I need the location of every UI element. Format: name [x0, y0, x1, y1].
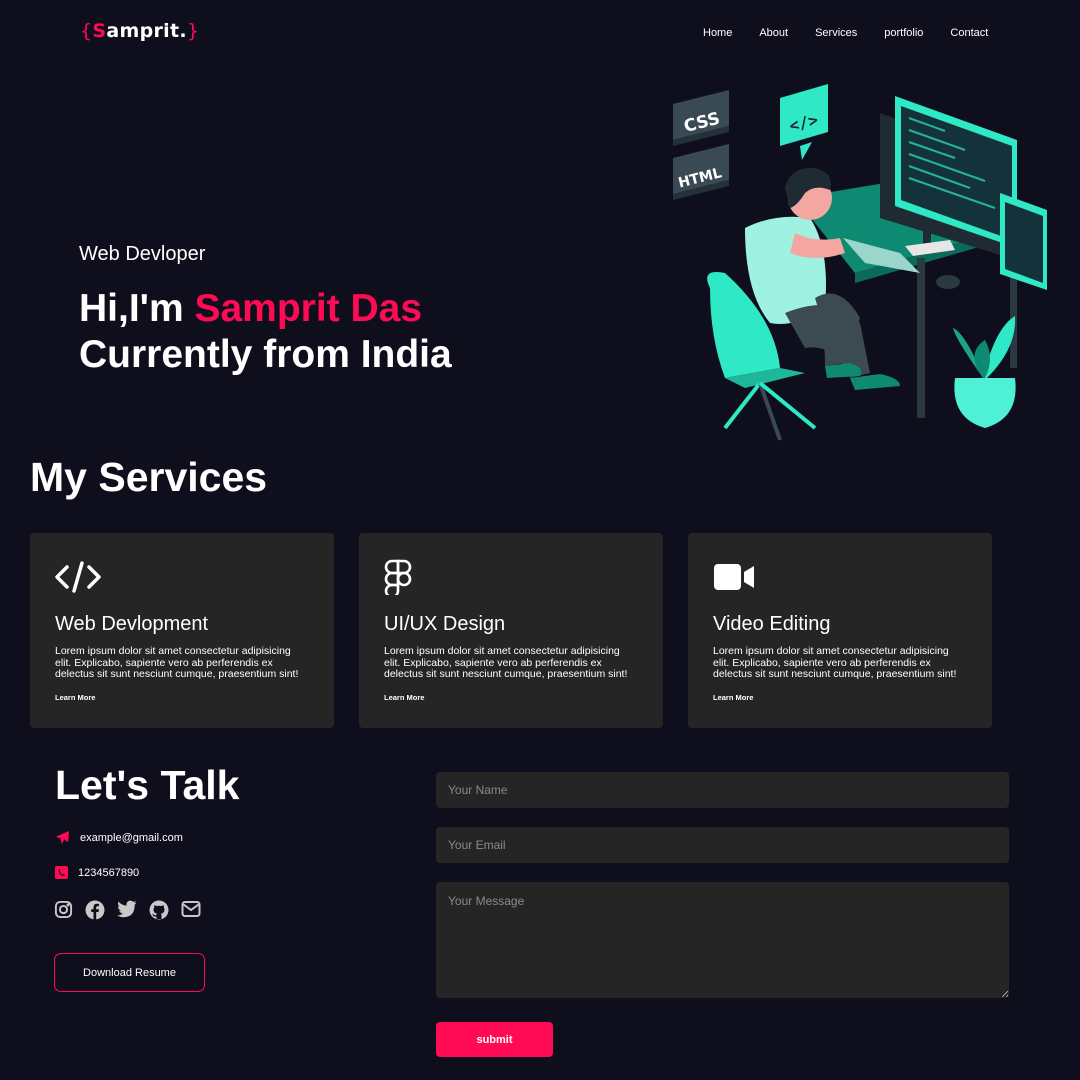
- download-resume-button[interactable]: Download Resume: [54, 953, 205, 992]
- services-title: My Services: [30, 454, 268, 500]
- nav-home[interactable]: Home: [703, 27, 732, 39]
- name-field[interactable]: [436, 772, 1009, 808]
- social-links: [54, 900, 213, 920]
- facebook-icon[interactable]: [85, 900, 105, 920]
- code-bubble: </>: [780, 84, 828, 160]
- phone-icon: [55, 866, 68, 879]
- learn-more-link[interactable]: Learn More: [713, 693, 967, 702]
- logo-text: amprit: [106, 20, 180, 42]
- logo-initial: S: [92, 20, 107, 42]
- service-title: Web Devlopment: [55, 613, 209, 635]
- contact-title: Let's Talk: [55, 762, 240, 808]
- contact-phone-row: 1234567890: [55, 866, 139, 879]
- nav-about[interactable]: About: [759, 27, 788, 39]
- html-badge: HTML: [673, 144, 729, 200]
- service-card-web: Web Devlopment Lorem ipsum dolor sit ame…: [30, 533, 334, 728]
- css-badge: CSS: [673, 90, 729, 146]
- logo-brace-close: }: [186, 20, 200, 42]
- submit-button[interactable]: submit: [436, 1022, 553, 1057]
- service-card-uiux: UI/UX Design Lorem ipsum dolor sit amet …: [359, 533, 663, 728]
- github-icon[interactable]: [149, 900, 169, 920]
- hero-name: Samprit Das: [194, 287, 423, 330]
- service-description: Lorem ipsum dolor sit amet consectetur a…: [713, 645, 957, 680]
- hero-subtitle: Web Devloper: [79, 243, 206, 265]
- contact-phone[interactable]: 1234567890: [78, 867, 139, 879]
- contact-email-row: example@gmail.com: [55, 830, 183, 845]
- hero-title: Hi,I'm Samprit Das Currently from India: [79, 286, 452, 378]
- service-description: Lorem ipsum dolor sit amet consectetur a…: [384, 645, 628, 680]
- email-field[interactable]: [436, 827, 1009, 863]
- learn-more-link[interactable]: Learn More: [384, 693, 638, 702]
- nav-portfolio[interactable]: portfolio: [884, 27, 923, 39]
- learn-more-link[interactable]: Learn More: [55, 693, 309, 702]
- nav-services[interactable]: Services: [815, 27, 857, 39]
- service-description: Lorem ipsum dolor sit amet consectetur a…: [55, 645, 299, 680]
- twitter-icon[interactable]: [117, 900, 137, 920]
- main-nav: Home About Services portfolio Contact: [703, 27, 1015, 39]
- hero-location: Currently from India: [79, 333, 452, 376]
- figma-icon: [384, 559, 638, 595]
- message-field[interactable]: [436, 882, 1009, 998]
- logo[interactable]: {Samprit.}: [80, 20, 199, 42]
- logo-brace-open: {: [80, 20, 93, 42]
- code-icon: [55, 559, 309, 595]
- service-card-video: Video Editing Lorem ipsum dolor sit amet…: [688, 533, 992, 728]
- developer-illustration: CSS HTML </>: [665, 78, 1055, 448]
- paper-plane-icon: [55, 830, 70, 845]
- nav-contact[interactable]: Contact: [950, 27, 988, 39]
- logo-dot: .: [179, 20, 187, 42]
- contact-email[interactable]: example@gmail.com: [80, 832, 183, 844]
- service-title: UI/UX Design: [384, 613, 506, 635]
- hero-greeting: Hi,I'm: [79, 287, 195, 330]
- video-icon: [713, 559, 967, 595]
- mail-icon[interactable]: [181, 900, 201, 920]
- instagram-icon[interactable]: [54, 900, 73, 920]
- service-title: Video Editing: [713, 613, 831, 635]
